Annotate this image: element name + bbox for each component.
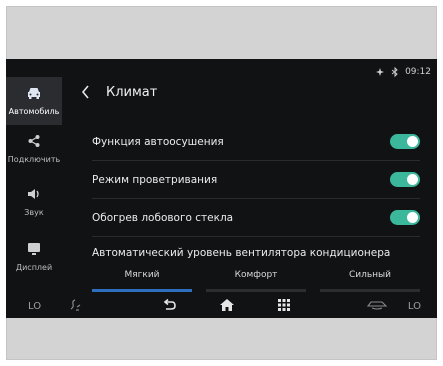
right-temperature[interactable]: LO: [408, 301, 421, 312]
settings-list: Функция автоосушения Режим проветривания…: [92, 123, 420, 259]
bottom-bar: LO LO: [6, 294, 437, 318]
setting-label: Функция автоосушения: [92, 135, 224, 148]
sidebar-item-label: Дисплей: [15, 263, 53, 272]
sidebar-item-label: Подключить: [7, 155, 61, 164]
car-screen: 09:12 Автомобиль Подключить Звук Дисплей…: [6, 59, 437, 318]
chevron-left-icon: [81, 85, 89, 99]
seat-heat-icon[interactable]: [68, 298, 82, 312]
fan-option-soft[interactable]: Мягкий: [92, 267, 192, 292]
share-icon: [27, 134, 41, 155]
back-arrow-icon[interactable]: [162, 298, 176, 312]
back-button[interactable]: [78, 84, 92, 100]
ventilation-toggle[interactable]: [390, 172, 420, 187]
sidebar-item-connect[interactable]: Подключить: [6, 125, 62, 173]
sidebar-item-label: Звук: [24, 208, 44, 217]
setting-label: Режим проветривания: [92, 173, 218, 186]
auto-dry-toggle[interactable]: [390, 134, 420, 149]
setting-row-windshield-heat: Обогрев лобового стекла: [92, 199, 420, 237]
fan-option-strong[interactable]: Сильный: [320, 267, 420, 292]
display-icon: [26, 242, 42, 263]
left-temperature[interactable]: LO: [28, 301, 41, 312]
sidebar-item-car[interactable]: Автомобиль: [6, 77, 62, 125]
speaker-icon: [26, 187, 42, 208]
bluetooth-icon: [391, 67, 399, 77]
windshield-heat-toggle[interactable]: [390, 210, 420, 225]
fan-level-selector: Мягкий Комфорт Сильный: [92, 267, 420, 292]
setting-row-auto-dry: Функция автоосушения: [92, 123, 420, 161]
page-header: Климат: [78, 81, 157, 103]
app-grid-icon[interactable]: [277, 298, 291, 312]
sidebar-item-sound[interactable]: Звук: [6, 178, 62, 226]
fan-icon: [375, 67, 385, 77]
sidebar-item-label: Автомобиль: [8, 107, 60, 116]
sidebar: Автомобиль Подключить Звук Дисплей: [6, 77, 62, 294]
home-icon[interactable]: [219, 298, 235, 312]
fan-option-comfort[interactable]: Комфорт: [206, 267, 306, 292]
page-title: Климат: [106, 84, 158, 100]
fan-level-title: Автоматический уровень вентилятора конди…: [92, 247, 391, 259]
clock: 09:12: [405, 67, 431, 77]
status-bar: 09:12: [375, 65, 431, 79]
car-icon: [26, 86, 42, 107]
sidebar-item-display[interactable]: Дисплей: [6, 233, 62, 281]
recirculation-car-icon[interactable]: [366, 298, 388, 310]
setting-label: Обогрев лобового стекла: [92, 211, 234, 224]
setting-row-ventilation: Режим проветривания: [92, 161, 420, 199]
